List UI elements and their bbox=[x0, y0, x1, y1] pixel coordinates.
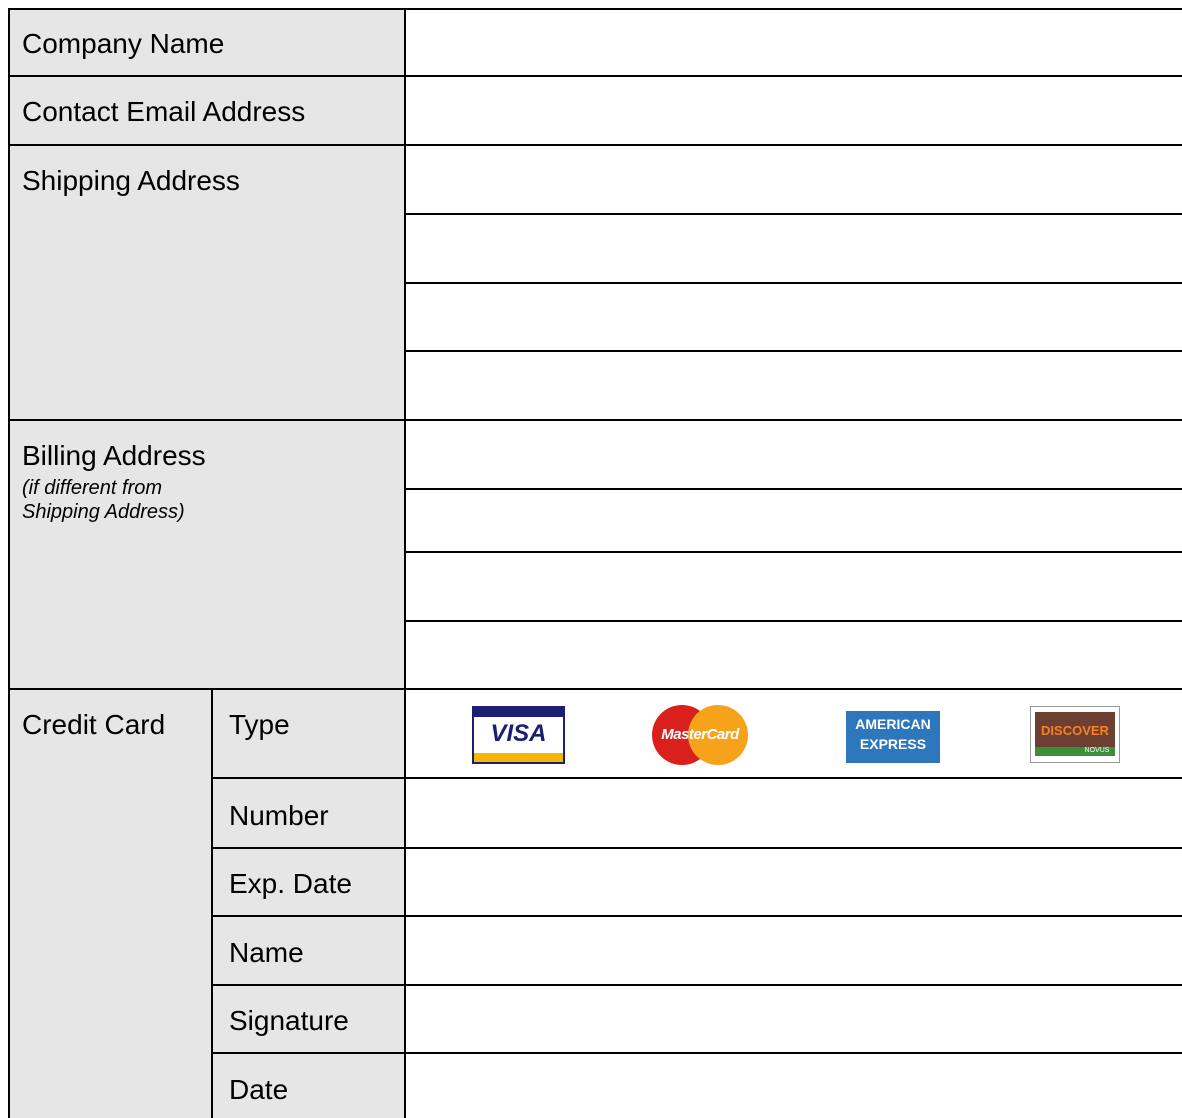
visa-bottom-band bbox=[474, 753, 563, 762]
billing-address-line-4[interactable] bbox=[406, 622, 1182, 688]
billing-address-note-line1: (if different from bbox=[22, 477, 163, 499]
date-field[interactable] bbox=[406, 1054, 1182, 1118]
rule bbox=[8, 688, 1182, 690]
billing-address-note-line2: Shipping Address) bbox=[22, 501, 185, 523]
card-number-label: Number bbox=[229, 800, 329, 831]
company-name-label: Company Name bbox=[22, 28, 225, 59]
company-name-field[interactable] bbox=[406, 10, 1182, 75]
billing-address-line-3[interactable] bbox=[406, 553, 1182, 620]
mastercard-text: MasterCard bbox=[661, 726, 739, 743]
discover-text: DISCOVER bbox=[1041, 723, 1109, 738]
exp-date-field[interactable] bbox=[406, 849, 1182, 915]
cardholder-name-field[interactable] bbox=[406, 917, 1182, 984]
discover-novus-text: NOVUS bbox=[1084, 747, 1110, 754]
shipping-address-line-2[interactable] bbox=[406, 215, 1182, 282]
signature-field[interactable] bbox=[406, 986, 1182, 1052]
shipping-address-label: Shipping Address bbox=[22, 165, 240, 196]
billing-address-label: Billing Address bbox=[22, 440, 206, 471]
signature-label: Signature bbox=[229, 1005, 349, 1036]
mastercard-logo[interactable]: MasterCard bbox=[650, 703, 750, 767]
discover-logo[interactable]: DISCOVER NOVUS bbox=[1030, 706, 1120, 763]
amex-text-line1: AMERICAN bbox=[855, 716, 931, 732]
credit-card-label: Credit Card bbox=[22, 709, 166, 740]
amex-text-line2: EXPRESS bbox=[859, 736, 927, 752]
rule bbox=[8, 8, 10, 1118]
contact-email-label: Contact Email Address bbox=[22, 96, 306, 127]
card-number-field[interactable] bbox=[406, 779, 1182, 847]
billing-address-line-2[interactable] bbox=[406, 490, 1182, 551]
billing-address-line-1[interactable] bbox=[406, 421, 1182, 488]
visa-text: VISA bbox=[490, 720, 547, 747]
contact-email-field[interactable] bbox=[406, 77, 1182, 144]
shipping-address-line-4[interactable] bbox=[406, 352, 1182, 419]
shipping-address-line-3[interactable] bbox=[406, 284, 1182, 350]
cardholder-name-label: Name bbox=[229, 937, 304, 968]
date-label: Date bbox=[229, 1074, 289, 1105]
shipping-address-line-1[interactable] bbox=[406, 146, 1182, 213]
visa-top-band bbox=[474, 708, 563, 717]
rule bbox=[211, 688, 213, 1118]
visa-logo[interactable]: VISA bbox=[472, 706, 565, 764]
american-express-logo[interactable]: AMERICAN EXPRESS bbox=[846, 711, 940, 763]
card-type-label: Type bbox=[229, 709, 290, 740]
exp-date-label: Exp. Date bbox=[229, 868, 352, 899]
